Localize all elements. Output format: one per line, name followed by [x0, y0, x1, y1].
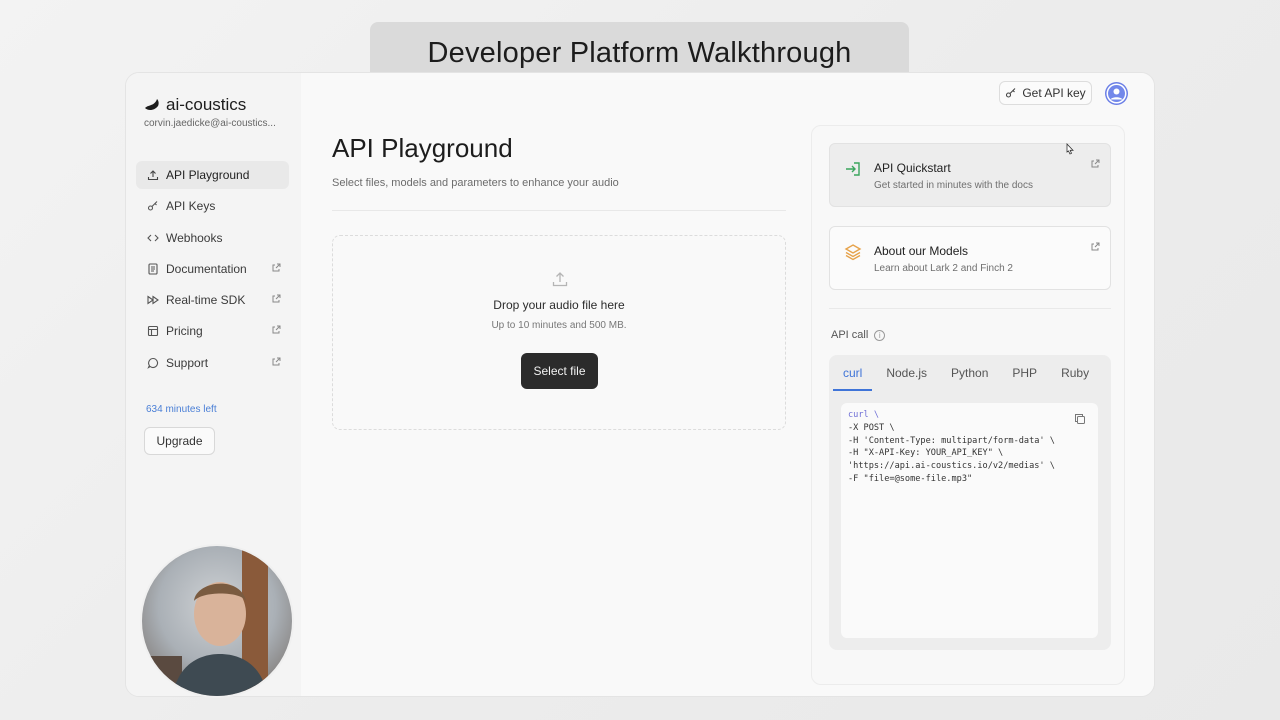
- code-line: curl \: [848, 410, 880, 420]
- select-file-button[interactable]: Select file: [521, 353, 598, 389]
- tab-curl[interactable]: curl: [832, 355, 873, 391]
- user-icon: [1106, 83, 1127, 104]
- code-snippet-panel: curl Node.js Python PHP Ruby curl \ -X P…: [829, 355, 1111, 650]
- divider: [332, 210, 786, 211]
- right-panel: API Quickstart Get started in minutes wi…: [811, 125, 1125, 685]
- about-models-card[interactable]: About our Models Learn about Lark 2 and …: [829, 226, 1111, 290]
- info-icon[interactable]: i: [874, 329, 886, 341]
- sidebar-item-label: Real-time SDK: [166, 293, 246, 308]
- card-subtitle: Get started in minutes with the docs: [874, 180, 1033, 191]
- document-icon: [146, 262, 160, 276]
- wave-logo-icon: [145, 99, 159, 111]
- card-title: API Quickstart: [874, 161, 951, 175]
- user-avatar-button[interactable]: [1105, 82, 1128, 105]
- brand-name: ai-coustics: [166, 95, 247, 114]
- sidebar-item-support[interactable]: Support: [136, 349, 289, 377]
- code-line: 'https://api.ai-coustics.io/v2/medias' \: [848, 461, 1055, 472]
- sidebar-item-label: API Keys: [166, 199, 216, 214]
- dropzone-title: Drop your audio file here: [493, 298, 625, 312]
- card-subtitle: Learn about Lark 2 and Finch 2: [874, 263, 1013, 274]
- mouse-cursor-icon: [1066, 143, 1074, 155]
- key-icon: [146, 199, 160, 213]
- sidebar-item-realtime-sdk[interactable]: Real-time SDK: [136, 286, 289, 314]
- card-title: About our Models: [874, 244, 969, 258]
- fast-forward-icon: [146, 293, 160, 307]
- tab-ruby[interactable]: Ruby: [1061, 355, 1089, 391]
- divider: [829, 308, 1111, 309]
- code-icon: [146, 231, 160, 245]
- tab-php[interactable]: PHP: [1012, 355, 1037, 391]
- external-link-icon: [1091, 159, 1100, 168]
- sidebar-item-api-keys[interactable]: API Keys: [136, 192, 289, 220]
- api-call-label: API call: [831, 329, 869, 341]
- external-link-icon: [272, 263, 281, 272]
- language-tabs: curl Node.js Python PHP Ruby: [829, 355, 1111, 391]
- code-line: -F "file=@some-file.mp3": [848, 473, 973, 484]
- sidebar-item-webhooks[interactable]: Webhooks: [136, 224, 289, 252]
- sidebar-item-label: API Playground: [166, 168, 250, 182]
- external-link-icon: [1091, 242, 1100, 251]
- brand-logo[interactable]: ai-coustics: [144, 95, 246, 115]
- upload-icon: [552, 272, 568, 287]
- presenter-webcam: [140, 544, 294, 698]
- api-call-heading: API call i: [831, 329, 886, 341]
- account-email: corvin.jaedicke@ai-coustics...: [144, 118, 276, 129]
- upgrade-button[interactable]: Upgrade: [144, 427, 215, 455]
- layers-icon: [844, 244, 862, 261]
- tab-python[interactable]: Python: [951, 355, 988, 391]
- copy-icon[interactable]: [1074, 413, 1086, 425]
- sign-in-icon: [846, 162, 860, 176]
- external-link-icon: [272, 357, 281, 366]
- code-line: -H "X-API-Key: YOUR_API_KEY" \: [848, 448, 1004, 459]
- sidebar-item-pricing[interactable]: Pricing: [136, 317, 289, 345]
- code-block[interactable]: curl \ -X POST \ -H 'Content-Type: multi…: [841, 403, 1098, 638]
- sidebar-item-label: Webhooks: [166, 230, 223, 245]
- external-link-icon: [272, 294, 281, 303]
- page-subtitle: Select files, models and parameters to e…: [332, 177, 619, 189]
- tab-nodejs[interactable]: Node.js: [886, 355, 927, 391]
- page-title: API Playground: [332, 133, 513, 163]
- main-content: Get API key API Playground Select files,…: [301, 73, 1154, 696]
- external-link-icon: [272, 325, 281, 334]
- chat-icon: [146, 356, 160, 370]
- key-icon: [1006, 88, 1016, 98]
- get-api-key-label: Get API key: [1022, 86, 1086, 100]
- file-dropzone[interactable]: Drop your audio file here Up to 10 minut…: [332, 235, 786, 430]
- pricing-icon: [146, 324, 160, 338]
- sidebar-nav: API Playground API Keys Webhooks Documen…: [136, 161, 289, 380]
- minutes-left-label: 634 minutes left: [146, 404, 217, 415]
- upload-icon: [146, 168, 160, 182]
- sidebar-item-label: Documentation: [166, 261, 247, 276]
- presenter-silhouette: [142, 546, 268, 696]
- get-api-key-button[interactable]: Get API key: [999, 81, 1092, 105]
- sidebar-item-api-playground[interactable]: API Playground: [136, 161, 289, 189]
- sidebar-item-label: Pricing: [166, 324, 203, 339]
- dropzone-subtitle: Up to 10 minutes and 500 MB.: [491, 320, 627, 331]
- code-line: -X POST \: [848, 422, 895, 433]
- code-line: -H 'Content-Type: multipart/form-data' \: [848, 435, 1055, 446]
- sidebar-item-label: Support: [166, 355, 209, 370]
- sidebar-item-documentation[interactable]: Documentation: [136, 255, 289, 283]
